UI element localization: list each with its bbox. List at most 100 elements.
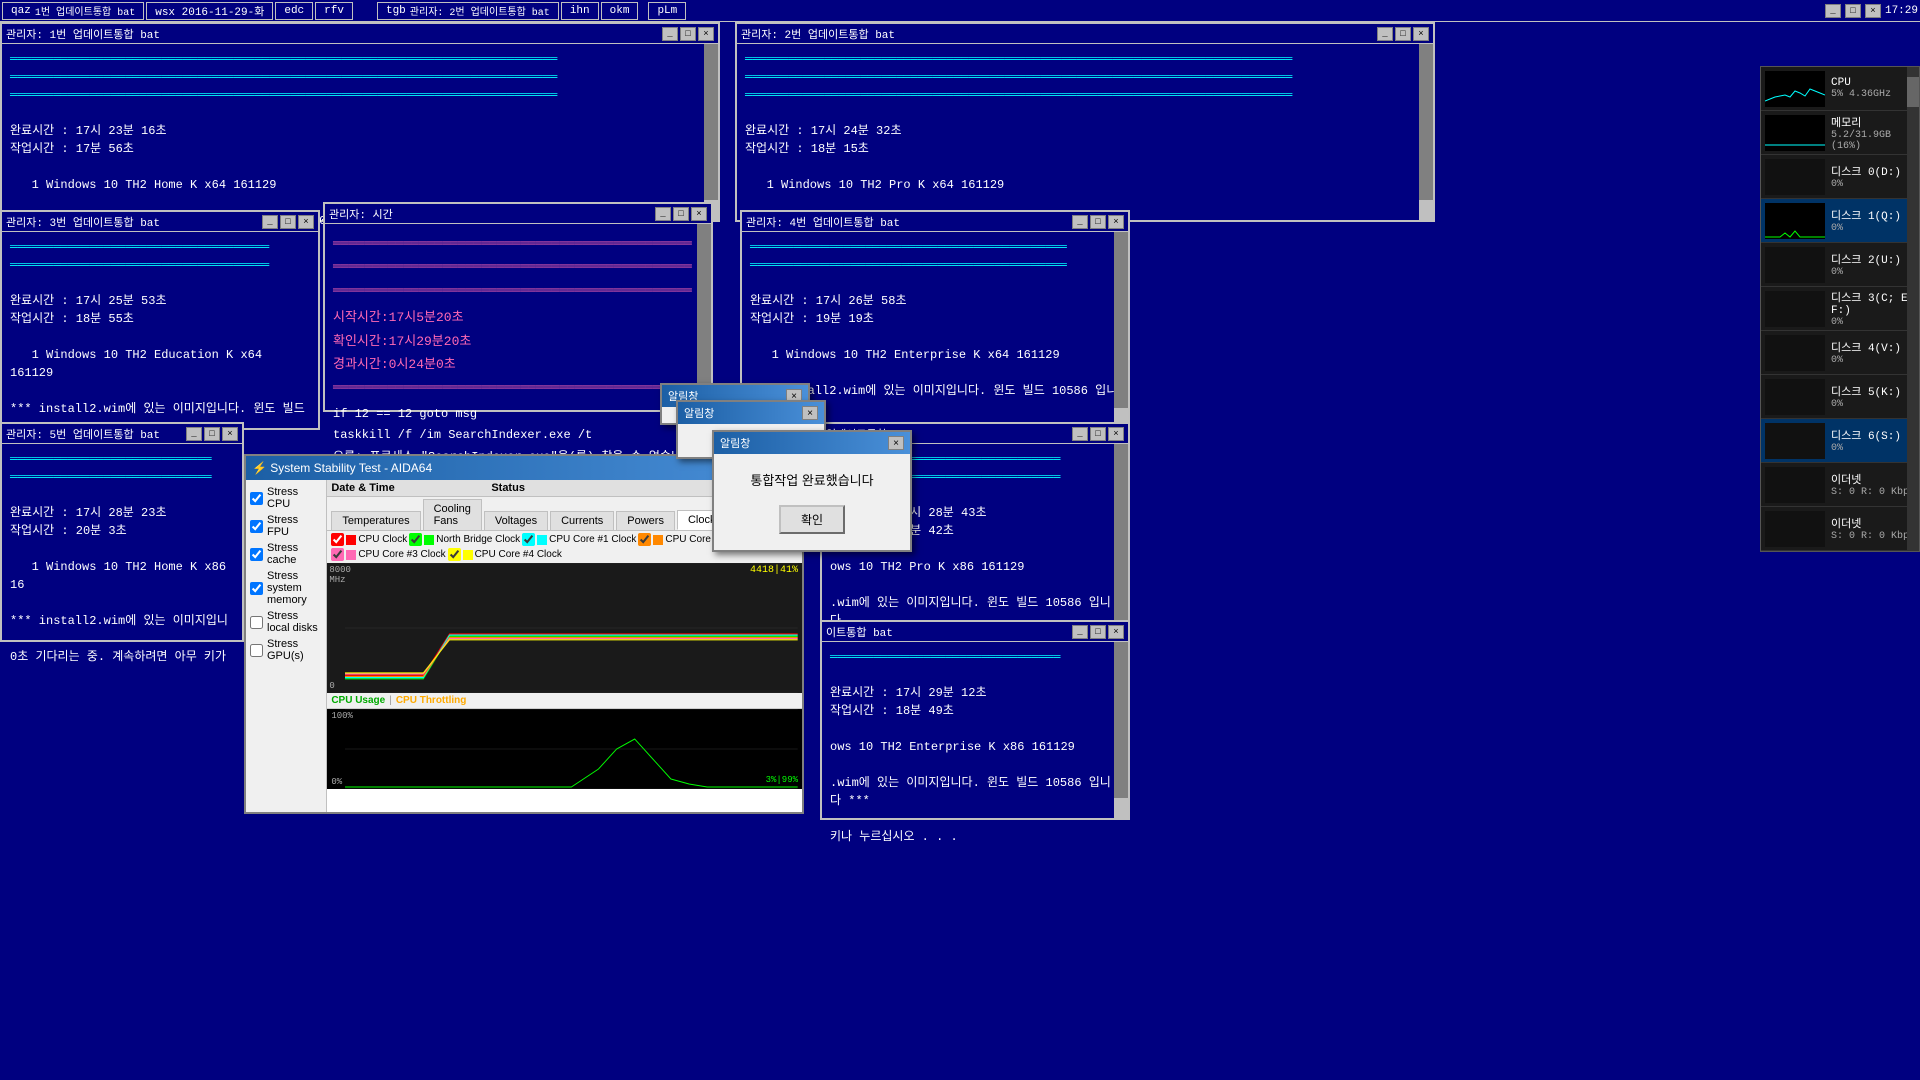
cmd-title-2: 관리자: 2번 업데이트통합 bat [741, 26, 895, 42]
taskbar-restore-btn[interactable]: □ [1845, 4, 1861, 18]
cmd-restore-4[interactable]: □ [1090, 215, 1106, 229]
cmd-titlebar-1[interactable]: 관리자: 1번 업데이트통합 bat _ □ × [2, 24, 718, 44]
cmd-close-3[interactable]: × [298, 215, 314, 229]
cmd-minimize-6[interactable]: _ [1072, 427, 1088, 441]
taskbar[interactable]: qaz 1번 업데이트통합 bat wsx 2016-11-29-화 edc r… [0, 0, 1920, 22]
taskbar-item-plm[interactable]: pLm [648, 2, 686, 20]
perf-item-disk4[interactable]: 디스크 4(V:) 0% [1761, 331, 1919, 375]
perf-item-disk0[interactable]: 디스크 0(D:) 0% [1761, 155, 1919, 199]
cmd-window-2: 관리자: 2번 업데이트통합 bat _ □ × ═══════════════… [735, 22, 1435, 222]
cmd-controls-2[interactable]: _ □ × [1377, 27, 1429, 41]
perf-value-disk2: 0% [1831, 267, 1901, 278]
cmd-titlebar-7[interactable]: 이트통합 bat _ □ × [822, 622, 1128, 642]
aida-cb-stress-gpu[interactable]: Stress GPU(s) [250, 636, 322, 664]
cmd-scrollbar-1[interactable] [704, 44, 718, 220]
perf-scrollbar[interactable] [1907, 67, 1919, 551]
alert-close-2[interactable]: × [802, 406, 818, 420]
cmd-controls-3[interactable]: _ □ × [262, 215, 314, 229]
aida-cb-stress-cpu[interactable]: Stress CPU [250, 484, 322, 512]
cmd-minimize-7[interactable]: _ [1072, 625, 1088, 639]
cmd-content-7: ════════════════════════════════ 완료시간 : … [822, 642, 1128, 852]
cmd-titlebar-4[interactable]: 관리자: 4번 업데이트통합 bat _ □ × [742, 212, 1128, 232]
taskbar-item-ihn[interactable]: ihn [561, 2, 599, 20]
aida-tab-currents[interactable]: Currents [550, 511, 614, 530]
perf-value-cpu: 5% 4.36GHz [1831, 89, 1891, 100]
alert-ok-button[interactable]: 확인 [779, 505, 845, 534]
cmd-restore-7[interactable]: □ [1090, 625, 1106, 639]
cmd-close-7[interactable]: × [1108, 625, 1124, 639]
perf-item-disk2[interactable]: 디스크 2(U:) 0% [1761, 243, 1919, 287]
cmd-restore-5[interactable]: □ [204, 427, 220, 441]
cmd-scrollbar-2[interactable] [1419, 44, 1433, 220]
time-close[interactable]: × [691, 207, 707, 221]
taskbar-item-edc[interactable]: edc [275, 2, 313, 20]
cmd-minimize-3[interactable]: _ [262, 215, 278, 229]
perf-item-eth1[interactable]: 이더넷 S: 0 R: 0 Kbps [1761, 463, 1919, 507]
cmd-minimize-2[interactable]: _ [1377, 27, 1393, 41]
cmd-scrollbar-thumb-7[interactable] [1114, 798, 1128, 818]
aida-tab-powers[interactable]: Powers [616, 511, 675, 530]
cmd-title-4: 관리자: 4번 업데이트통합 bat [746, 214, 900, 230]
legend-core1: CPU Core #1 Clock [522, 533, 636, 546]
alert-close-3[interactable]: × [888, 436, 904, 450]
cmd-controls-1[interactable]: _ □ × [662, 27, 714, 41]
cmd-controls-7[interactable]: _ □ × [1072, 625, 1124, 639]
perf-item-eth2[interactable]: 이더넷 S: 0 R: 0 Kbps [1761, 507, 1919, 551]
cmd-minimize-1[interactable]: _ [662, 27, 678, 41]
cmd-titlebar-2[interactable]: 관리자: 2번 업데이트통합 bat _ □ × [737, 24, 1433, 44]
cmd-restore-3[interactable]: □ [280, 215, 296, 229]
taskbar-minimize-btn[interactable]: _ [1825, 4, 1841, 18]
taskbar-item-qaz[interactable]: qaz 1번 업데이트통합 bat [2, 2, 144, 20]
cmd-restore-2[interactable]: □ [1395, 27, 1411, 41]
cmd-controls-4[interactable]: _ □ × [1072, 215, 1124, 229]
aida-tab-voltages[interactable]: Voltages [484, 511, 548, 530]
perf-item-cpu[interactable]: CPU 5% 4.36GHz [1761, 67, 1919, 111]
cmd-scrollbar-4[interactable] [1114, 232, 1128, 428]
perf-item-disk1[interactable]: 디스크 1(Q:) 0% [1761, 199, 1919, 243]
taskbar-item-rfv[interactable]: rfv [315, 2, 353, 20]
cmd-minimize-4[interactable]: _ [1072, 215, 1088, 229]
cmd-titlebar-5[interactable]: 관리자: 5번 업데이트통합 bat _ □ × [2, 424, 242, 444]
time-minimize[interactable]: _ [655, 207, 671, 221]
cmd-controls-5[interactable]: _ □ × [186, 427, 238, 441]
time-titlebar[interactable]: 관리자: 시간 _ □ × [325, 204, 711, 224]
perf-item-disk5[interactable]: 디스크 5(K:) 0% [1761, 375, 1919, 419]
cmd-close-6[interactable]: × [1108, 427, 1124, 441]
alert-titlebar-2[interactable]: 알림창 × [678, 402, 824, 424]
cmd-close-1[interactable]: × [698, 27, 714, 41]
perf-item-disk3[interactable]: 디스크 3(C; E; F:) 0% [1761, 287, 1919, 331]
taskbar-close-btn[interactable]: × [1865, 4, 1881, 18]
perf-graph-memory [1765, 115, 1825, 151]
legend-nb-clock: North Bridge Clock [409, 533, 520, 546]
cmd-close-5[interactable]: × [222, 427, 238, 441]
perf-graph-disk2 [1765, 247, 1825, 283]
cmd-minimize-5[interactable]: _ [186, 427, 202, 441]
aida-cb-stress-cache[interactable]: Stress cache [250, 540, 322, 568]
aida-cb-stress-mem[interactable]: Stress system memory [250, 568, 322, 608]
cmd-restore-1[interactable]: □ [680, 27, 696, 41]
cmd-close-2[interactable]: × [1413, 27, 1429, 41]
aida-cb-stress-fpu[interactable]: Stress FPU [250, 512, 322, 540]
cmd-controls-6[interactable]: _ □ × [1072, 427, 1124, 441]
taskbar-item-tgb[interactable]: tgb 관리자: 2번 업데이트통합 bat [377, 2, 559, 20]
cmd-titlebar-3[interactable]: 관리자: 3번 업데이트통합 bat _ □ × [2, 212, 318, 232]
time-controls[interactable]: _ □ × [655, 207, 707, 221]
perf-scrollbar-thumb[interactable] [1907, 77, 1919, 107]
perf-value-memory: 5.2/31.9GB (16%) [1831, 130, 1915, 152]
perf-item-disk6[interactable]: 디스크 6(S:) 0% [1761, 419, 1919, 463]
perf-item-memory[interactable]: 메모리 5.2/31.9GB (16%) [1761, 111, 1919, 155]
taskbar-item-okm[interactable]: okm [601, 2, 639, 20]
cmd-restore-6[interactable]: □ [1090, 427, 1106, 441]
time-restore[interactable]: □ [673, 207, 689, 221]
cmd-scrollbar-6[interactable] [1114, 444, 1128, 640]
aida-tab-temperatures[interactable]: Temperatures [331, 511, 420, 530]
cmd-scrollbar-7[interactable] [1114, 642, 1128, 818]
taskbar-item-wsx[interactable]: wsx 2016-11-29-화 [146, 2, 273, 20]
perf-graph-disk6 [1765, 423, 1825, 459]
aida-cb-stress-disks[interactable]: Stress local disks [250, 608, 322, 636]
cmd-close-4[interactable]: × [1108, 215, 1124, 229]
cmd-title-3: 관리자: 3번 업데이트통합 bat [6, 214, 160, 230]
aida-tab-cooling-fans[interactable]: Cooling Fans [423, 499, 482, 530]
cmd-scrollbar-thumb-2[interactable] [1419, 200, 1433, 220]
alert-titlebar-3[interactable]: 알림창 × [714, 432, 910, 454]
